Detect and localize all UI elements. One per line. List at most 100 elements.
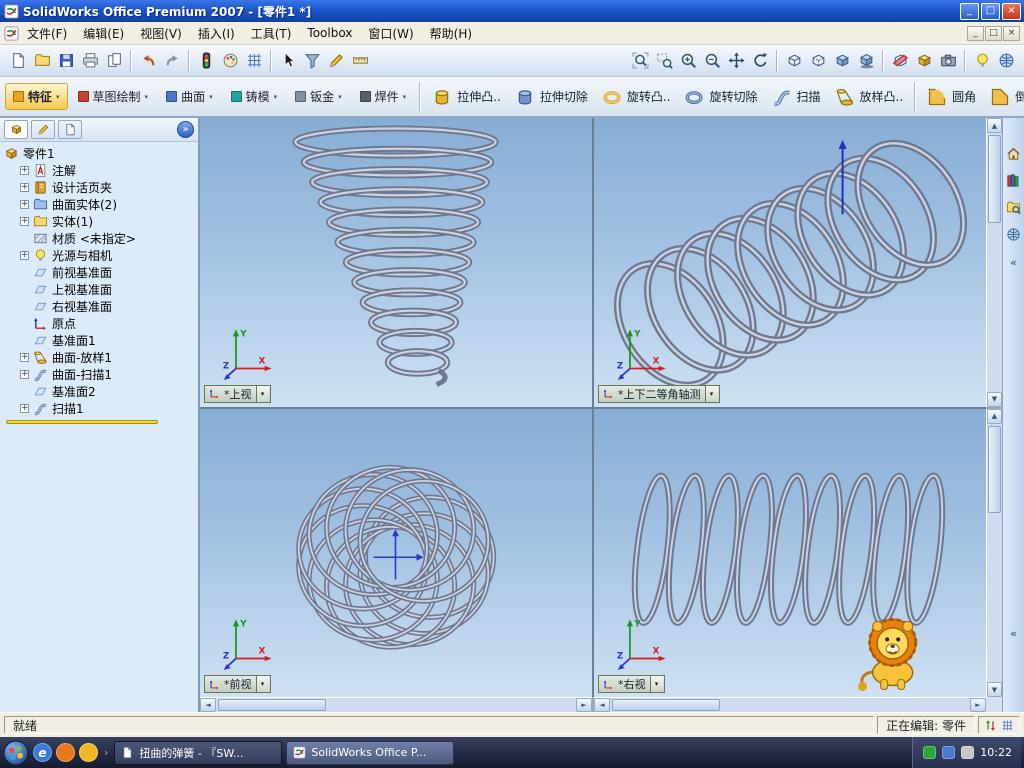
mdi-restore-button[interactable]: □ <box>985 25 1002 41</box>
view-label-combo[interactable]: *上下二等角轴测 ▾ <box>598 384 720 403</box>
minimize-button[interactable]: _ <box>960 2 979 20</box>
fillet-button[interactable]: 圆角 <box>920 82 983 112</box>
propertymanager-tab[interactable] <box>31 120 55 139</box>
tree-item[interactable]: + 右视基准面 <box>0 298 198 315</box>
solidworks-resources[interactable] <box>1005 144 1023 162</box>
tree-item[interactable]: + 前视基准面 <box>0 264 198 281</box>
open-document[interactable] <box>30 49 54 73</box>
menu-item[interactable]: 工具(T) <box>243 22 300 45</box>
standard-views[interactable] <box>994 49 1018 73</box>
wireframe[interactable] <box>782 49 806 73</box>
menu-item[interactable]: Toolbox <box>299 23 360 43</box>
tree-root[interactable]: 零件1 <box>0 145 198 162</box>
tree-item[interactable]: + 扫描1 <box>0 400 198 417</box>
print-preview[interactable] <box>102 49 126 73</box>
view-label-combo[interactable]: *右视 ▾ <box>598 675 665 693</box>
shaded-with-edges[interactable] <box>830 49 854 73</box>
maximize-button[interactable]: □ <box>981 2 1000 20</box>
loft-button[interactable]: 放样凸.. <box>828 82 911 112</box>
viewport-top-left[interactable]: X Y Z *上视 ▾ <box>200 118 592 407</box>
start-button[interactable] <box>3 740 29 766</box>
menu-item[interactable]: 编辑(E) <box>75 22 132 45</box>
lighting[interactable] <box>970 49 994 73</box>
tab-features[interactable]: 特征 ▾ <box>5 83 68 110</box>
chevron-down-icon[interactable]: ▾ <box>255 676 269 692</box>
design-library[interactable] <box>1005 171 1023 189</box>
expand-icon[interactable]: + <box>20 217 29 226</box>
tray-icon-1[interactable] <box>923 746 937 759</box>
scroll-right-button[interactable]: ► <box>576 698 592 712</box>
extruded-boss-button[interactable]: 拉伸凸.. <box>425 82 508 112</box>
mdi-close-button[interactable]: × <box>1003 25 1020 41</box>
shadows-in-shaded-mode[interactable] <box>854 49 878 73</box>
menu-item[interactable]: 窗口(W) <box>360 22 421 45</box>
tree-item[interactable]: + 材质 <未指定> <box>0 230 198 247</box>
undo[interactable] <box>136 49 160 73</box>
scrollbar-thumb[interactable] <box>988 425 1001 514</box>
tree-item[interactable]: + 曲面-放样1 <box>0 349 198 366</box>
expand-icon[interactable]: + <box>20 166 29 175</box>
view-orientation[interactable] <box>912 49 936 73</box>
hidden-lines-visible[interactable] <box>806 49 830 73</box>
view-label-combo[interactable]: *上视 ▾ <box>204 384 271 403</box>
smart-dimension[interactable] <box>348 49 372 73</box>
view-label-combo[interactable]: *前视 ▾ <box>204 675 271 693</box>
edit-color[interactable] <box>218 49 242 73</box>
tree-item[interactable]: + 光源与相机 <box>0 247 198 264</box>
expand-icon[interactable]: + <box>20 404 29 413</box>
expand-icon[interactable]: + <box>20 200 29 209</box>
firefox-quick-launch[interactable] <box>56 743 75 762</box>
tab-sketch[interactable]: 草图绘制 ▾ <box>70 83 157 110</box>
featuremanager-tab[interactable] <box>4 120 28 139</box>
scrollbar-vertical[interactable]: ▲ ▼ <box>986 118 1002 407</box>
tree-item[interactable]: + 上视基准面 <box>0 281 198 298</box>
selection-filter[interactable] <box>300 49 324 73</box>
menu-item[interactable]: 帮助(H) <box>422 22 480 45</box>
quick-launch-expand-icon[interactable]: › <box>102 746 110 759</box>
scrollbar-horizontal[interactable]: ◄ ► <box>594 697 986 712</box>
zoom-to-selection[interactable] <box>700 49 724 73</box>
zoom-to-fit[interactable] <box>628 49 652 73</box>
sketch[interactable] <box>324 49 348 73</box>
viewport-bottom-right[interactable]: X Y Z *右视 ▾ <box>594 408 986 697</box>
tab-sheet-metal[interactable]: 钣金 ▾ <box>287 83 350 110</box>
chevron-down-icon[interactable]: ▾ <box>704 385 718 402</box>
scroll-right-button[interactable]: ► <box>970 698 986 712</box>
zoom-to-area[interactable] <box>652 49 676 73</box>
rotate-view[interactable] <box>748 49 772 73</box>
tab-molds[interactable]: 铸模 ▾ <box>223 83 286 110</box>
viewport-bottom-left[interactable]: X Y Z *前视 ▾ <box>200 408 592 697</box>
menu-item[interactable]: 文件(F) <box>19 22 75 45</box>
chevron-down-icon[interactable]: ▾ <box>649 676 663 692</box>
collapse-chevron-lower[interactable]: « <box>1010 627 1017 640</box>
sw-menu-icon[interactable] <box>4 26 19 41</box>
tree-item[interactable]: + 原点 <box>0 315 198 332</box>
expand-icon[interactable]: + <box>20 370 29 379</box>
tab-surfaces[interactable]: 曲面 ▾ <box>158 83 221 110</box>
expand-icon[interactable]: + <box>20 353 29 362</box>
sweep-button[interactable]: 扫描 <box>765 82 828 112</box>
file-explorer[interactable] <box>1005 198 1023 216</box>
task-solidworks[interactable]: SolidWorks Office P... <box>286 740 455 765</box>
scrollbar-thumb[interactable] <box>218 699 326 711</box>
panel-expand-button[interactable]: » <box>177 121 194 138</box>
rebuild[interactable] <box>194 49 218 73</box>
viewport-top-right[interactable]: X Y Z *上下二等角轴测 ▾ <box>594 118 986 407</box>
tray-icon-3[interactable] <box>961 746 975 759</box>
search[interactable] <box>1005 225 1023 243</box>
select[interactable] <box>276 49 300 73</box>
scroll-left-button[interactable]: ◄ <box>200 698 216 712</box>
scroll-down-button[interactable]: ▼ <box>987 391 1002 407</box>
tree-item[interactable]: + 曲面-扫描1 <box>0 366 198 383</box>
scroll-down-button[interactable]: ▼ <box>987 682 1002 697</box>
extruded-cut-button[interactable]: 拉伸切除 <box>508 82 595 112</box>
tree-item[interactable]: + 基准面2 <box>0 383 198 400</box>
scroll-up-button[interactable]: ▲ <box>987 408 1002 424</box>
camera-views[interactable] <box>936 49 960 73</box>
new-document[interactable] <box>6 49 30 73</box>
save[interactable] <box>54 49 78 73</box>
wangwang-quick-launch[interactable] <box>79 743 98 762</box>
menu-item[interactable]: 视图(V) <box>132 22 190 45</box>
scroll-up-button[interactable]: ▲ <box>987 118 1002 133</box>
revolved-boss-button[interactable]: 旋转凸.. <box>595 82 678 112</box>
